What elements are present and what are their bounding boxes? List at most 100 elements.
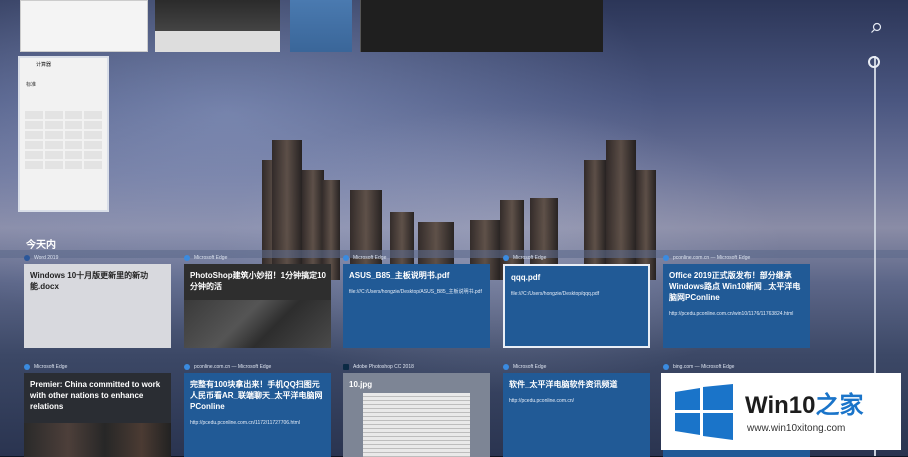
card-source: Microsoft Edge — [24, 361, 171, 373]
calculator-key — [44, 121, 63, 129]
card-title: PhotoShop建筑小妙招！1分钟搞定10分钟的活 — [190, 271, 327, 291]
card-body: 完整有100块拿出来！手机QQ扫图元人民币看AR_联端聊天_太平洋电脑网PCon… — [184, 373, 331, 457]
card-title: 10.jpg — [349, 380, 373, 389]
activity-card[interactable]: pconline.com.cn — Microsoft Edge 完整有100块… — [184, 361, 331, 457]
card-source: Adobe Photoshop CC 2018 — [343, 361, 490, 373]
card-url: file:///C:/Users/hongzie/Desktop/ASUS_B8… — [349, 289, 482, 295]
card-source: pconline.com.cn — Microsoft Edge — [663, 252, 810, 264]
edge-browser-icon — [503, 255, 509, 261]
card-url: http://pcedu.pconline.com.cn/win10/1176/… — [669, 311, 794, 317]
card-source-label: Microsoft Edge — [34, 364, 68, 370]
calculator-key — [64, 151, 83, 159]
edge-browser-icon — [24, 364, 30, 370]
card-body: Windows 10十月版更新里的新功能.docx — [24, 264, 171, 348]
edge-browser-icon — [503, 364, 509, 370]
calculator-key — [84, 131, 102, 139]
timeline-section-title: 今天内 — [26, 240, 56, 251]
activity-card-selected[interactable]: Microsoft Edge qqq.pdf file:///C:/Users/… — [503, 252, 650, 348]
activity-card[interactable]: Microsoft Edge ASUS_B85_主板说明书.pdf file:/… — [343, 252, 490, 348]
calculator-key — [25, 161, 43, 169]
activity-card[interactable]: Microsoft Edge PhotoShop建筑小妙招！1分钟搞定10分钟的… — [184, 252, 331, 348]
calculator-key — [44, 111, 63, 119]
card-title: 软件_太平洋电脑软件资讯频道 — [509, 380, 618, 389]
card-title: ASUS_B85_主板说明书.pdf — [349, 271, 450, 280]
card-body: Office 2019正式版发布！部分继承Windows路点 Win10新闻 _… — [663, 264, 810, 348]
card-source-label: Microsoft Edge — [513, 364, 547, 370]
card-preview-image — [24, 423, 171, 457]
calculator-key — [25, 151, 43, 159]
site-watermark: Win10之家 www.win10xitong.com — [661, 373, 901, 450]
activity-card[interactable]: Word 2019 Windows 10十月版更新里的新功能.docx — [24, 252, 171, 348]
window-thumbnail[interactable] — [20, 0, 148, 52]
edge-browser-icon — [184, 364, 190, 370]
window-thumbnail[interactable] — [155, 0, 280, 52]
card-source-label: Adobe Photoshop CC 2018 — [353, 364, 414, 370]
calculator-window-thumbnail[interactable]: 计算器 标准 — [18, 56, 109, 212]
card-source-label: Word 2019 — [34, 255, 59, 261]
calculator-key — [84, 111, 102, 119]
watermark-name-latin: Win10 — [745, 392, 816, 419]
card-title: Windows 10十月版更新里的新功能.docx — [30, 271, 149, 291]
search-icon[interactable] — [870, 22, 882, 34]
activity-card[interactable]: pconline.com.cn — Microsoft Edge Office … — [663, 252, 810, 348]
card-title: Office 2019正式版发布！部分继承Windows路点 Win10新闻 _… — [669, 271, 801, 302]
card-preview-image — [363, 393, 470, 457]
card-body: qqq.pdf file:///C:/Users/hongzie/Desktop… — [503, 264, 650, 348]
calculator-key — [25, 131, 43, 139]
timeline-scroll-knob[interactable] — [868, 56, 880, 68]
calculator-key — [44, 161, 63, 169]
card-source: Word 2019 — [24, 252, 171, 264]
photoshop-app-icon — [343, 364, 349, 370]
watermark-url: www.win10xitong.com — [747, 423, 846, 434]
card-body: 10.jpg — [343, 373, 490, 457]
edge-browser-icon — [184, 255, 190, 261]
card-url: file:///C:/Users/hongzie/Desktop/qqq.pdf — [511, 291, 600, 297]
window-thumbnail[interactable] — [290, 0, 352, 52]
edge-browser-icon — [663, 255, 669, 261]
edge-browser-icon — [343, 255, 349, 261]
word-app-icon — [24, 255, 30, 261]
card-source-label: Microsoft Edge — [353, 255, 387, 261]
calculator-key — [84, 151, 102, 159]
card-url: http://pcedu.pconline.com.cn/ — [509, 398, 575, 404]
card-title: qqq.pdf — [511, 273, 541, 282]
card-body: 软件_太平洋电脑软件资讯频道 http://pcedu.pconline.com… — [503, 373, 650, 457]
card-url: http://pcedu.pconline.com.cn/1172/117277… — [190, 420, 300, 426]
card-source: Microsoft Edge — [184, 252, 331, 264]
card-source: Microsoft Edge — [503, 252, 650, 264]
card-source-label: pconline.com.cn — Microsoft Edge — [673, 255, 751, 261]
calculator-keypad — [20, 111, 107, 169]
edge-browser-icon — [663, 364, 669, 370]
watermark-name: Win10之家 — [745, 385, 863, 420]
activity-card[interactable]: Adobe Photoshop CC 2018 10.jpg — [343, 361, 490, 457]
calculator-key — [64, 131, 83, 139]
card-source: bing.com — Microsoft Edge — [663, 361, 810, 373]
calculator-key — [84, 121, 102, 129]
calculator-display: 标准 — [26, 82, 37, 88]
activity-card[interactable]: Microsoft Edge 软件_太平洋电脑软件资讯频道 http://pce… — [503, 361, 650, 457]
card-source-label: pconline.com.cn — Microsoft Edge — [194, 364, 272, 370]
window-thumbnail[interactable] — [360, 0, 603, 52]
card-body: PhotoShop建筑小妙招！1分钟搞定10分钟的活 — [184, 264, 331, 348]
calculator-key — [64, 111, 83, 119]
calculator-key — [64, 141, 83, 149]
calculator-key — [64, 161, 83, 169]
card-source-label: bing.com — Microsoft Edge — [673, 364, 735, 370]
card-source: Microsoft Edge — [503, 361, 650, 373]
calculator-key — [84, 161, 102, 169]
watermark-name-zh: 之家 — [815, 392, 864, 419]
card-source: pconline.com.cn — Microsoft Edge — [184, 361, 331, 373]
calculator-key — [84, 141, 102, 149]
windows-logo-icon — [675, 384, 733, 440]
card-body: ASUS_B85_主板说明书.pdf file:///C:/Users/hong… — [343, 264, 490, 348]
calculator-key — [25, 141, 43, 149]
card-title: Premier: China committed to work with ot… — [30, 380, 161, 411]
card-preview-image — [184, 300, 331, 348]
calculator-key — [44, 151, 63, 159]
card-title: 完整有100块拿出来！手机QQ扫图元人民币看AR_联端聊天_太平洋电脑网PCon… — [190, 380, 323, 411]
calculator-key — [44, 131, 63, 139]
calculator-key — [25, 121, 43, 129]
card-source-label: Microsoft Edge — [194, 255, 228, 261]
card-source: Microsoft Edge — [343, 252, 490, 264]
activity-card[interactable]: Microsoft Edge Premier: China committed … — [24, 361, 171, 457]
